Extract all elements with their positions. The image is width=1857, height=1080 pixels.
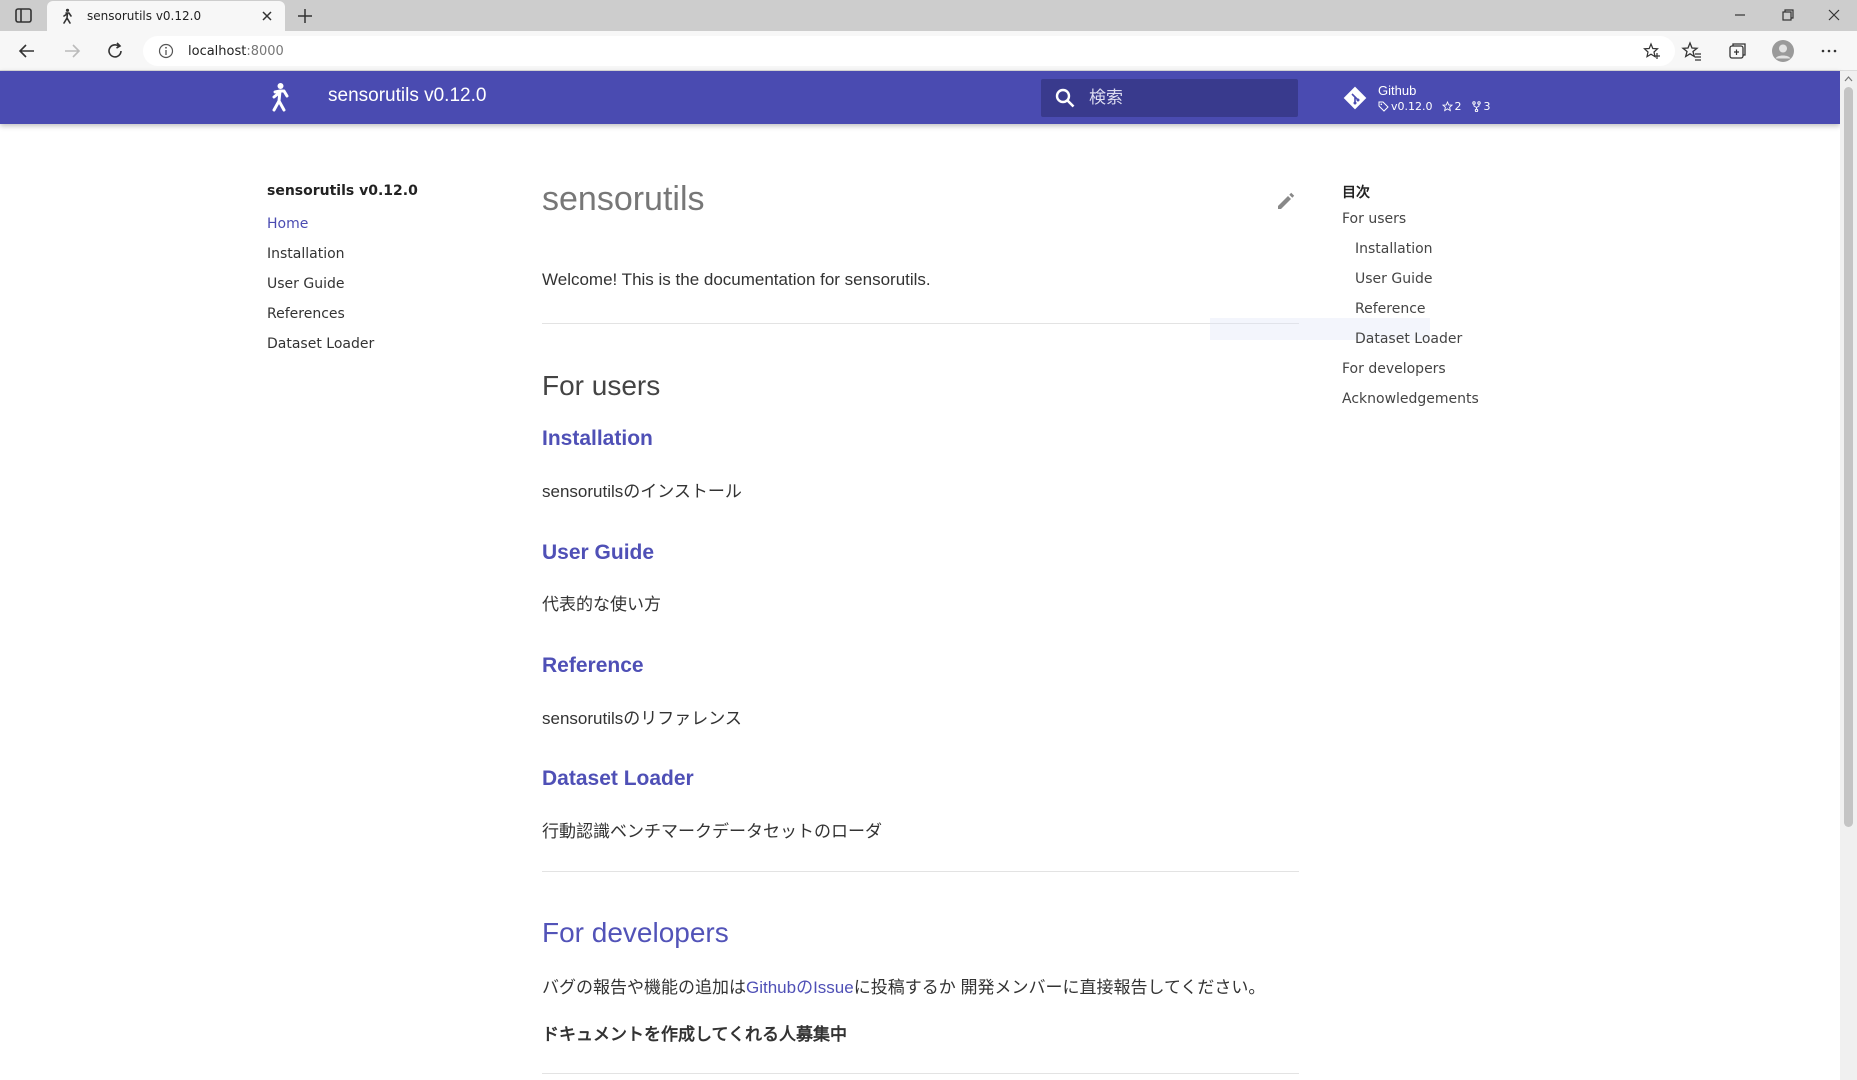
- nav-item-home[interactable]: Home: [267, 209, 507, 239]
- page-title: sensorutils: [542, 180, 705, 218]
- git-icon: [1343, 86, 1367, 110]
- link-dataset-loader[interactable]: Dataset Loader: [542, 767, 694, 791]
- divider: [542, 1073, 1299, 1074]
- toc-item-dataset-loader[interactable]: Dataset Loader: [1342, 324, 1562, 354]
- restore-icon[interactable]: [1779, 6, 1797, 24]
- site-header: sensorutils v0.12.0 Github v0.12.0 2: [0, 71, 1840, 124]
- leftnav-title: sensorutils v0.12.0: [267, 183, 418, 199]
- toc-item-user-guide[interactable]: User Guide: [1342, 264, 1562, 294]
- link-installation[interactable]: Installation: [542, 427, 653, 451]
- add-favorite-icon[interactable]: [1643, 42, 1661, 60]
- walking-person-icon: [63, 8, 72, 24]
- favorites-icon[interactable]: [1681, 40, 1703, 62]
- left-navigation: sensorutils v0.12.0 Home Installation Us…: [267, 183, 507, 359]
- scroll-up-icon[interactable]: [1844, 75, 1853, 83]
- desc-dataset-loader: 行動認識ベンチマークデータセットのローダ: [542, 822, 882, 841]
- developers-text: バグの報告や機能の追加はGithubのIssueに投稿するか 開発メンバーに直接…: [542, 978, 1266, 997]
- edit-pencil-icon[interactable]: [1275, 190, 1297, 212]
- toc-item-installation[interactable]: Installation: [1342, 234, 1562, 264]
- nav-item-dataset-loader[interactable]: Dataset Loader: [267, 329, 507, 359]
- nav-item-user-guide[interactable]: User Guide: [267, 269, 507, 299]
- github-issue-link[interactable]: GithubのIssue: [746, 978, 854, 997]
- forward-arrow-icon[interactable]: [61, 40, 83, 62]
- link-user-guide[interactable]: User Guide: [542, 541, 654, 565]
- tag-icon: [1378, 101, 1389, 112]
- collections-icon[interactable]: [1726, 40, 1748, 62]
- browser-toolbar: localhost:8000: [0, 31, 1857, 71]
- link-reference[interactable]: Reference: [542, 654, 644, 678]
- fork-icon: [1471, 101, 1481, 112]
- desc-reference: sensorutilsのリファレンス: [542, 709, 742, 728]
- heading-for-developers[interactable]: For developers: [542, 917, 729, 949]
- info-icon[interactable]: [158, 43, 174, 59]
- address-bar[interactable]: localhost:8000: [143, 36, 1675, 66]
- repo-info: Github v0.12.0 2 3: [1378, 83, 1491, 113]
- walking-person-icon[interactable]: [267, 82, 293, 112]
- browser-tabstrip: sensorutils v0.12.0: [0, 0, 1857, 31]
- heading-for-users: For users: [542, 370, 661, 401]
- new-tab-icon[interactable]: [296, 7, 314, 25]
- table-of-contents: 目次 For users Installation User Guide Ref…: [1342, 182, 1562, 414]
- main-content: sensorutils Welcome! This is the documen…: [542, 180, 1299, 1074]
- recruit-text: ドキュメントを作成してくれる人募集中: [542, 1025, 847, 1044]
- back-arrow-icon[interactable]: [16, 40, 38, 62]
- search-box[interactable]: [1041, 79, 1298, 117]
- tab-title: sensorutils v0.12.0: [87, 9, 202, 23]
- nav-item-installation[interactable]: Installation: [267, 239, 507, 269]
- browser-tab[interactable]: sensorutils v0.12.0: [47, 1, 285, 31]
- toc-item-reference[interactable]: Reference: [1342, 294, 1562, 324]
- url-text[interactable]: localhost:8000: [188, 44, 284, 59]
- divider: [542, 871, 1299, 872]
- repo-stars: 2: [1441, 100, 1462, 113]
- desc-installation: sensorutilsのインストール: [542, 482, 742, 501]
- scrollbar-thumb[interactable]: [1844, 87, 1853, 827]
- refresh-icon[interactable]: [104, 40, 126, 62]
- more-menu-icon[interactable]: [1818, 40, 1840, 62]
- welcome-text: Welcome! This is the documentation for s…: [542, 270, 931, 289]
- toc-item-for-users[interactable]: For users: [1342, 204, 1562, 234]
- repo-name: Github: [1378, 83, 1417, 98]
- nav-item-references[interactable]: References: [267, 299, 507, 329]
- repo-facts: v0.12.0 2 3: [1378, 100, 1491, 113]
- toc-title: 目次: [1342, 185, 1370, 201]
- profile-avatar-icon[interactable]: [1771, 39, 1795, 63]
- repo-forks: 3: [1471, 100, 1491, 113]
- search-icon: [1055, 88, 1075, 108]
- minimize-icon[interactable]: [1731, 6, 1749, 24]
- toc-item-for-developers[interactable]: For developers: [1342, 354, 1562, 384]
- repo-version: v0.12.0: [1378, 100, 1433, 113]
- github-repo-link[interactable]: Github v0.12.0 2 3: [1342, 81, 1491, 115]
- star-icon: [1441, 101, 1453, 112]
- desc-user-guide: 代表的な使い方: [542, 595, 661, 614]
- close-tab-icon[interactable]: [259, 8, 275, 24]
- tab-actions-icon[interactable]: [12, 7, 36, 25]
- toc-item-acknowledgements[interactable]: Acknowledgements: [1342, 384, 1562, 414]
- search-input[interactable]: [1089, 88, 1289, 108]
- divider: [542, 323, 1299, 324]
- close-window-icon[interactable]: [1825, 6, 1843, 24]
- page-scrollbar[interactable]: [1840, 71, 1857, 1080]
- site-title[interactable]: sensorutils v0.12.0: [328, 85, 486, 107]
